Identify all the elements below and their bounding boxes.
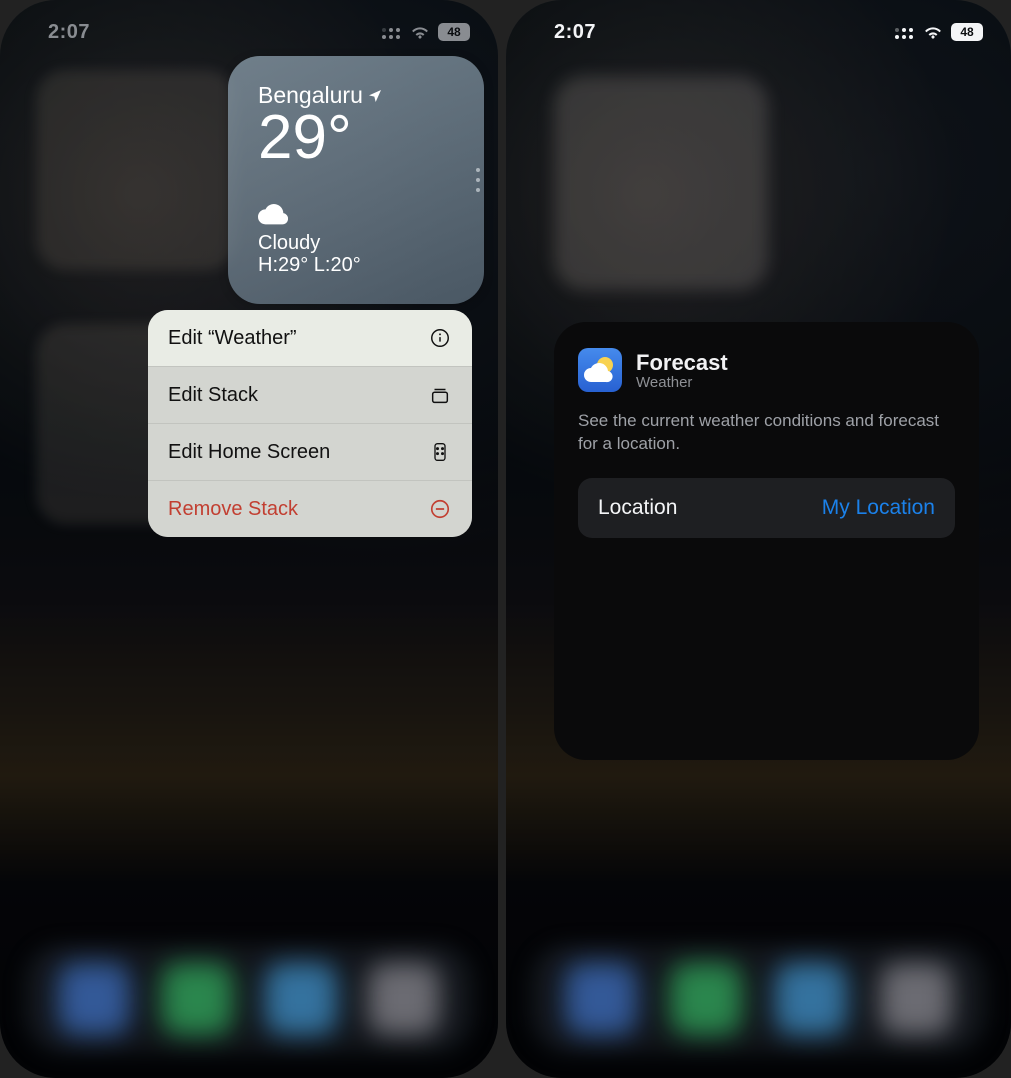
dock-app[interactable]	[880, 963, 952, 1035]
location-arrow-icon	[367, 88, 383, 104]
iphone-home-screen-left: 2:07 48 Bengaluru 29° Cloudy H:29° L:	[0, 0, 498, 1078]
cellular-signal-icon	[895, 25, 915, 39]
dock-app[interactable]	[775, 963, 847, 1035]
battery-indicator: 48	[951, 23, 983, 41]
wifi-icon	[410, 24, 430, 40]
background-widget-blur	[554, 76, 768, 290]
menu-item-label: Edit Home Screen	[168, 441, 330, 464]
dock	[24, 944, 474, 1054]
stack-page-indicator	[476, 168, 480, 192]
dock-app[interactable]	[161, 963, 233, 1035]
location-label: Location	[598, 496, 677, 520]
background-widget-blur	[36, 70, 236, 270]
cloud-icon	[258, 203, 458, 230]
dock-app[interactable]	[265, 963, 337, 1035]
menu-item-edit-home-screen[interactable]: Edit Home Screen	[148, 423, 472, 480]
menu-item-label: Edit “Weather”	[168, 327, 297, 350]
stack-icon	[428, 383, 452, 407]
sheet-title: Forecast	[636, 350, 728, 376]
wifi-icon	[923, 24, 943, 40]
dock-app[interactable]	[368, 963, 440, 1035]
status-indicators: 48	[382, 23, 470, 41]
location-value: My Location	[822, 496, 935, 520]
cellular-signal-icon	[382, 25, 402, 39]
status-time: 2:07	[48, 21, 90, 44]
info-icon	[428, 326, 452, 350]
dock	[530, 944, 987, 1054]
menu-item-label: Remove Stack	[168, 498, 298, 521]
weather-app-icon	[578, 348, 622, 392]
weather-widget[interactable]: Bengaluru 29° Cloudy H:29° L:20°	[228, 56, 484, 304]
weather-condition: Cloudy	[258, 232, 458, 255]
sheet-subtitle: Weather	[636, 374, 728, 391]
menu-item-remove-stack[interactable]: Remove Stack	[148, 480, 472, 537]
battery-level: 48	[960, 25, 973, 39]
dock-app[interactable]	[670, 963, 742, 1035]
status-indicators: 48	[895, 23, 983, 41]
status-bar: 2:07 48	[0, 0, 498, 54]
dock-app[interactable]	[565, 963, 637, 1035]
location-row[interactable]: Location My Location	[578, 478, 955, 538]
menu-item-edit-weather[interactable]: Edit “Weather”	[148, 310, 472, 366]
menu-item-edit-stack[interactable]: Edit Stack	[148, 366, 472, 423]
phone-apps-icon	[428, 440, 452, 464]
weather-high-low: H:29° L:20°	[258, 254, 458, 277]
widget-edit-sheet: Forecast Weather See the current weather…	[554, 322, 979, 760]
battery-level: 48	[447, 25, 460, 39]
dock-app[interactable]	[58, 963, 130, 1035]
remove-icon	[428, 497, 452, 521]
menu-item-label: Edit Stack	[168, 384, 258, 407]
status-time: 2:07	[554, 21, 596, 44]
iphone-widget-edit-right: 2:07 48 Forecast Weather	[506, 0, 1011, 1078]
weather-temperature: 29°	[258, 107, 458, 169]
battery-indicator: 48	[438, 23, 470, 41]
sheet-description: See the current weather conditions and f…	[578, 410, 955, 456]
status-bar: 2:07 48	[506, 0, 1011, 54]
widget-context-menu: Edit “Weather” Edit Stack Edit Home Scre…	[148, 310, 472, 537]
